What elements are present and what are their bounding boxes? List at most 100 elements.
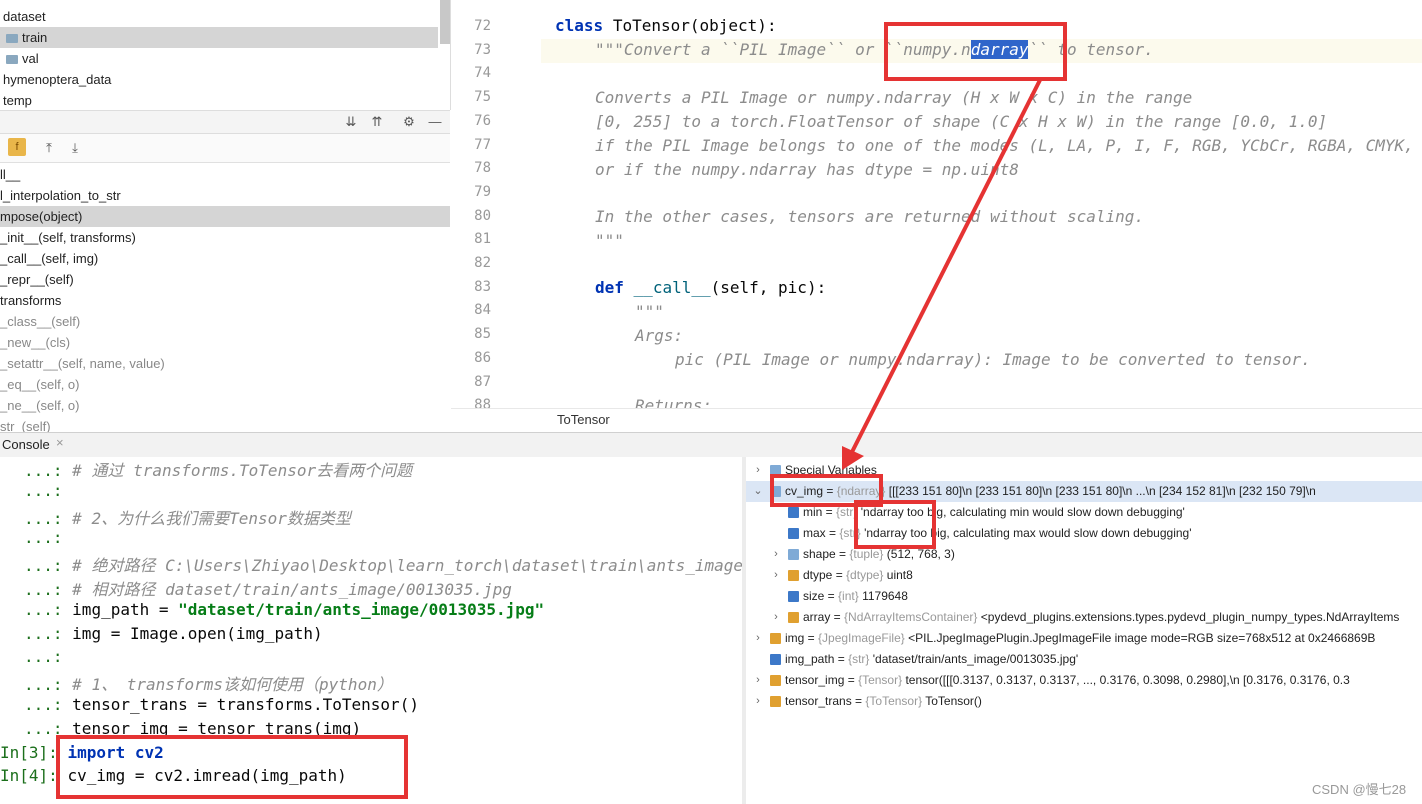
console-prompt: ...: [24, 528, 73, 548]
variable-name: size [803, 589, 825, 603]
docstring-line: Converts a PIL Image or numpy.ndarray (H… [595, 88, 1193, 107]
variable-row[interactable]: › dtype = {dtype} uint8 [746, 565, 1422, 586]
variable-type: {Tensor} [858, 673, 903, 687]
line-number: 86 [474, 349, 491, 366]
chevron-right-icon[interactable]: › [752, 670, 764, 691]
variable-row[interactable]: size = {int} 1179648 [746, 586, 1422, 607]
structure-item[interactable]: transforms [0, 290, 450, 311]
code-line-89: Returns: [635, 396, 713, 408]
chevron-right-icon[interactable]: › [770, 565, 782, 586]
variable-name: min [803, 505, 823, 519]
expand-all-icon[interactable]: ⇊ [342, 113, 360, 131]
collection-icon [788, 549, 799, 561]
line-number: 83 [474, 278, 491, 295]
structure-item[interactable]: _init__(self, transforms) [0, 227, 450, 248]
variable-value: (512, 768, 3) [886, 547, 955, 561]
variable-type: {str} [848, 652, 870, 666]
chevron-down-icon[interactable]: ⌄ [752, 481, 764, 502]
variable-row[interactable]: img_path = {str} 'dataset/train/ants_ima… [746, 649, 1422, 670]
variable-name: shape [803, 547, 836, 561]
console-string: "dataset/train/ants_image/0013035.jpg" [178, 599, 545, 619]
variable-row[interactable]: › shape = {tuple} (512, 768, 3) [746, 544, 1422, 565]
docstring-line: In the other cases, tensors are returned… [595, 207, 1145, 226]
minimize-icon[interactable]: — [426, 113, 444, 131]
autoscroll-from-source-icon[interactable]: ⤓ [66, 139, 84, 157]
object-icon [770, 675, 781, 687]
tree-item-label: temp [3, 93, 32, 108]
variable-row[interactable]: › array = {NdArrayItemsContainer} <pydevd… [746, 607, 1422, 628]
chevron-right-icon[interactable]: › [752, 691, 764, 712]
console-prompt: ...: [24, 623, 73, 643]
chevron-right-icon[interactable]: › [770, 607, 782, 628]
folder-icon [6, 34, 18, 44]
structure-toolbar: ⇊ ⇈ ⚙ — [0, 110, 450, 134]
tree-item[interactable]: train [0, 27, 438, 48]
structure-item[interactable]: _eq__(self, o) [0, 374, 450, 395]
variable-name: img_path [785, 652, 835, 666]
collapse-all-icon[interactable]: ⇈ [368, 113, 386, 131]
tab-console[interactable]: Console [2, 437, 50, 452]
structure-item[interactable]: mpose(object) [0, 206, 450, 227]
autoscroll-to-source-icon[interactable]: ⤒ [40, 139, 58, 157]
line-number: 84 [474, 302, 491, 319]
code-line-86: Args: [635, 326, 684, 345]
variable-value: [[[233 151 80]\n [233 151 80]\n [233 151… [888, 484, 1316, 498]
tree-item[interactable]: val [0, 48, 438, 69]
console-code: # 2、为什么我们需要Tensor数据类型 [72, 508, 351, 528]
variables-panel: › Special Variables ⌄ cv_img = {ndarray} [[… [746, 457, 1422, 804]
code-line-84: def __call__(self, pic): [595, 278, 827, 297]
line-number: 88 [474, 397, 491, 408]
primitive-icon [788, 528, 799, 540]
structure-item[interactable]: _ne__(self, o) [0, 395, 450, 416]
structure-item[interactable]: _new__(cls) [0, 332, 450, 353]
gear-icon[interactable]: ⚙ [400, 113, 418, 131]
structure-item[interactable]: _call__(self, img) [0, 248, 450, 269]
variable-row[interactable]: max = {str} 'ndarray too big, calculatin… [746, 523, 1422, 544]
tree-item[interactable]: dataset [0, 6, 441, 27]
console-line: ...: [0, 481, 72, 505]
console-line: ...: img_path = "dataset/train/ants_imag… [0, 600, 544, 624]
chevron-right-icon[interactable]: › [752, 460, 764, 481]
line-number: 76 [474, 112, 491, 129]
structure-item[interactable]: l_interpolation_to_str [0, 185, 450, 206]
folder-icon [6, 55, 18, 65]
annotation-box-cv-import [56, 735, 408, 799]
variable-type: {JpegImageFile} [818, 631, 905, 645]
close-icon[interactable]: × [56, 435, 64, 450]
chevron-right-icon[interactable]: › [752, 628, 764, 649]
tree-item-label: dataset [3, 9, 46, 24]
structure-item[interactable]: ll__ [0, 164, 450, 185]
show-fields-button[interactable]: f [8, 138, 26, 156]
console-prompt: ...: [24, 461, 73, 480]
docstring-line: """ [595, 231, 624, 250]
annotation-box-ndarray [884, 22, 1067, 81]
console-prompt: ...: [24, 695, 73, 714]
console-prompt: ...: [24, 480, 73, 500]
structure-item[interactable]: _setattr__(self, name, value) [0, 353, 450, 374]
console-prompt: ...: [24, 599, 73, 619]
tree-scrollbar[interactable] [440, 0, 450, 44]
console-prompt: ...: [24, 647, 73, 667]
code-line-73: class ToTensor(object): [555, 16, 777, 35]
breadcrumb[interactable]: ToTensor [557, 412, 610, 427]
project-tree: dataset train val hymenoptera_datatemp [0, 0, 451, 110]
primitive-icon [770, 654, 781, 666]
tree-item[interactable]: temp [0, 90, 441, 111]
variable-value: 'dataset/train/ants_image/0013035.jpg' [872, 652, 1079, 666]
variable-value: tensor([[[0.3137, 0.3137, 0.3137, ..., 0… [905, 673, 1350, 687]
tree-item[interactable]: hymenoptera_data [0, 69, 441, 90]
docstring-line: if the PIL Image belongs to one of the m… [595, 136, 1422, 155]
console-prompt: ...: [24, 580, 73, 599]
chevron-right-icon[interactable]: › [770, 544, 782, 565]
tree-item-label: train [22, 30, 48, 45]
variable-row[interactable]: › tensor_img = {Tensor} tensor([[[0.3137,… [746, 670, 1422, 691]
structure-item[interactable]: _class__(self) [0, 311, 450, 332]
code-line-74: """Convert a ``PIL Image`` or ``numpy.nd… [595, 40, 1154, 59]
variable-value: <PIL.JpegImagePlugin.JpegImageFile image… [908, 631, 1376, 645]
variable-row[interactable]: › tensor_trans = {ToTensor} ToTensor() [746, 691, 1422, 712]
primitive-icon [788, 507, 799, 519]
variable-type: {ToTensor} [865, 694, 923, 708]
structure-item[interactable]: _repr__(self) [0, 269, 450, 290]
variable-row[interactable]: › img = {JpegImageFile} <PIL.JpegImagePlu… [746, 628, 1422, 649]
variable-name: tensor_trans [785, 694, 852, 708]
